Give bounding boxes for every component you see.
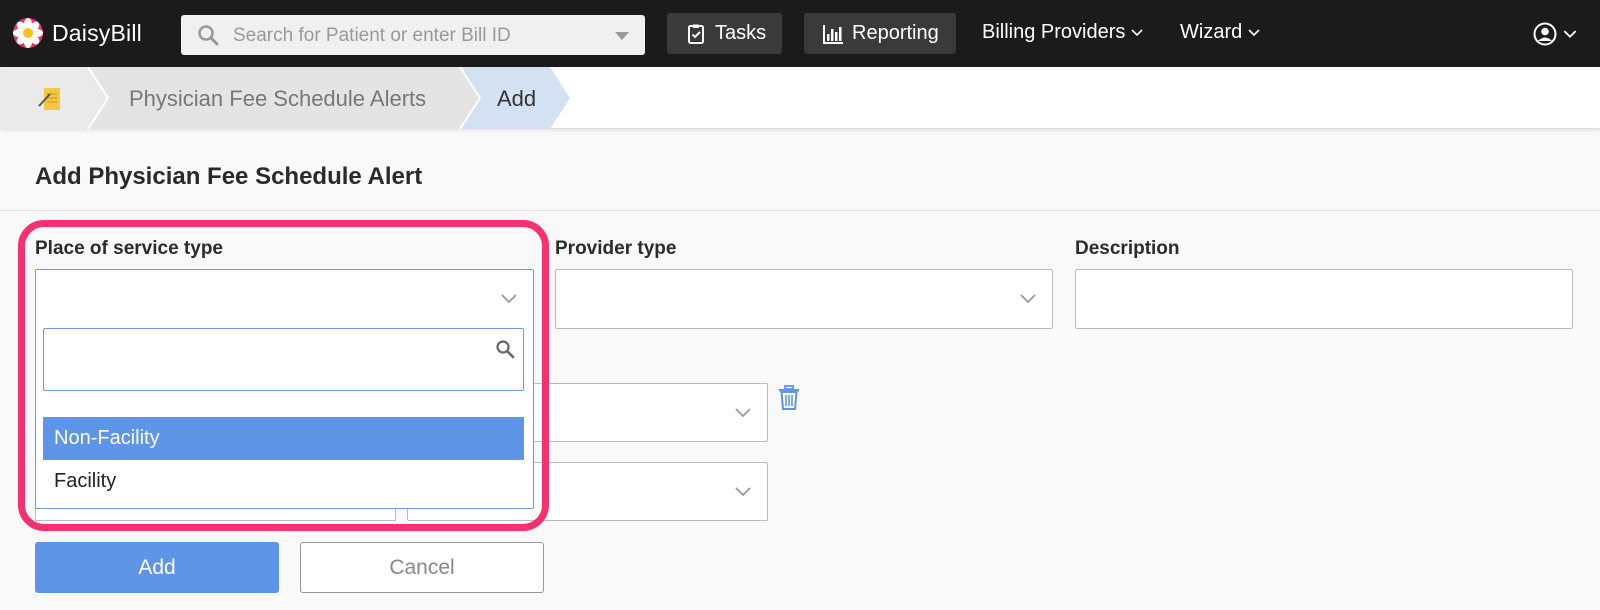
description-label: Description (1075, 238, 1180, 259)
billing-providers-label: Billing Providers (982, 21, 1126, 43)
wizard-menu[interactable]: Wizard (1180, 21, 1260, 44)
tasks-button[interactable]: Tasks (667, 13, 782, 54)
place-of-service-label: Place of service type (35, 238, 223, 259)
patient-search-input[interactable]: Search for Patient or enter Bill ID (181, 15, 645, 55)
user-circle-icon (1533, 22, 1557, 46)
brand-logo[interactable]: DaisyBill (12, 17, 142, 49)
chevron-down-icon (1131, 28, 1143, 36)
tasks-label: Tasks (715, 22, 767, 44)
provider-type-select[interactable] (555, 269, 1053, 329)
bar-chart-icon (823, 24, 843, 44)
provider-type-label: Provider type (555, 238, 677, 259)
wizard-label: Wizard (1180, 21, 1243, 43)
chevron-down-icon (735, 486, 751, 496)
option-non-facility[interactable]: Non-Facility (43, 417, 524, 460)
reporting-button[interactable]: Reporting (804, 13, 956, 54)
clipboard-check-icon (688, 24, 704, 44)
option-facility[interactable]: Facility (43, 460, 524, 503)
user-menu[interactable] (1533, 22, 1577, 46)
cancel-button[interactable]: Cancel (300, 542, 544, 593)
search-icon (198, 25, 219, 46)
chevron-down-icon (501, 294, 517, 304)
dropdown-search-input[interactable] (43, 328, 524, 391)
place-of-service-select[interactable] (36, 270, 533, 326)
page-header: Add Physician Fee Schedule Alert (0, 143, 1600, 211)
reporting-label: Reporting (852, 22, 939, 44)
brand-name: DaisyBill (52, 19, 142, 46)
chevron-down-icon (735, 407, 751, 417)
chevron-down-icon (1563, 29, 1577, 38)
trash-icon[interactable] (778, 385, 800, 411)
breadcrumb-fee-schedule-alerts[interactable]: Physician Fee Schedule Alerts (129, 86, 426, 112)
search-placeholder: Search for Patient or enter Bill ID (233, 25, 511, 46)
search-dropdown-caret-icon[interactable] (615, 32, 629, 40)
chevron-down-icon (1020, 294, 1036, 304)
daisy-logo-icon (13, 18, 43, 48)
description-input[interactable] (1075, 269, 1573, 329)
billing-providers-menu[interactable]: Billing Providers (982, 21, 1143, 44)
place-of-service-dropdown[interactable]: Non-Facility Facility (35, 269, 534, 509)
breadcrumb-add: Add (497, 86, 537, 111)
breadcrumb: Physician Fee Schedule Alerts Add (0, 67, 1600, 129)
page-title: Add Physician Fee Schedule Alert (35, 163, 423, 190)
top-navbar: DaisyBill Search for Patient or enter Bi… (0, 0, 1600, 67)
note-edit-icon[interactable] (36, 84, 66, 114)
chevron-down-icon (1248, 28, 1260, 36)
search-icon (496, 340, 515, 359)
add-button[interactable]: Add (35, 542, 279, 593)
